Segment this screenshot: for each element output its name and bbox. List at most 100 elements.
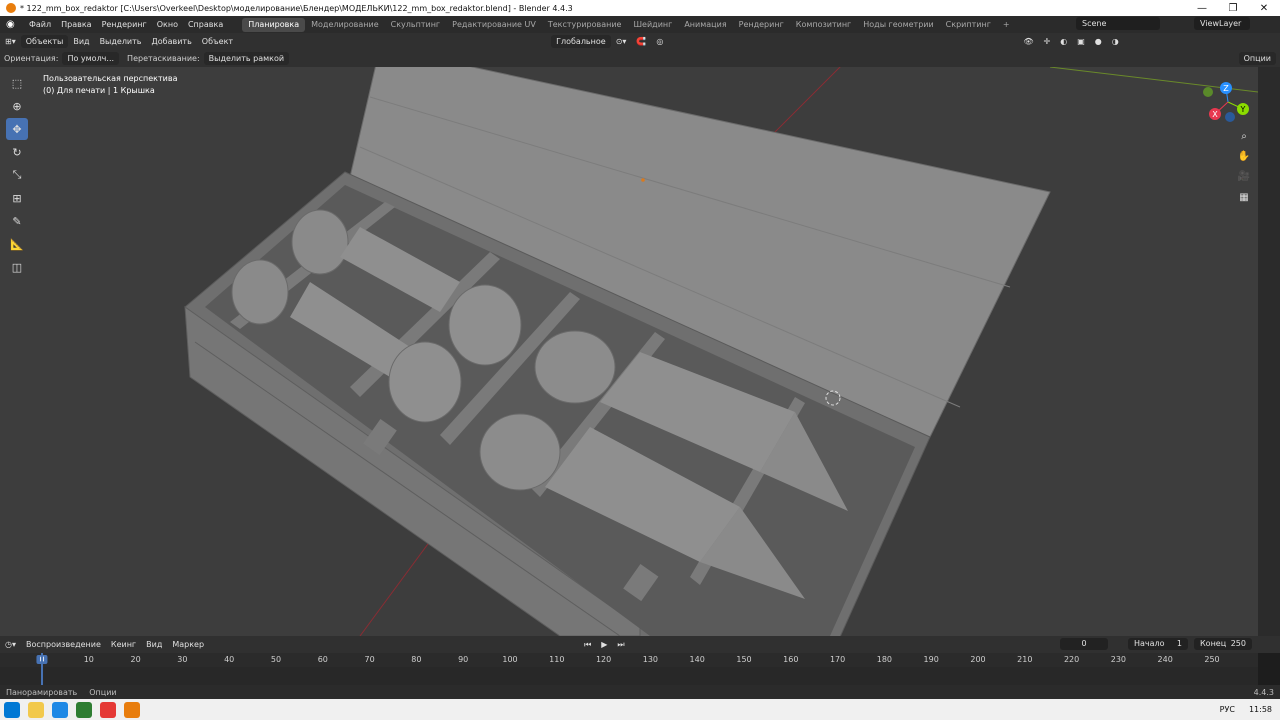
3d-viewport[interactable]: Y Z X — [0, 67, 1258, 636]
timeline-tick-label: 100 — [502, 655, 518, 664]
current-frame-field[interactable]: 0 — [1060, 638, 1108, 650]
menu-edit[interactable]: Правка — [56, 20, 96, 29]
timeline-tick-label: 160 — [783, 655, 799, 664]
timeline-tick-label: 220 — [1063, 655, 1080, 664]
drag-label: Перетаскивание: — [127, 54, 200, 63]
shading-material-icon[interactable]: ◑ — [1107, 35, 1124, 48]
yandex-icon[interactable] — [100, 701, 116, 718]
status-bar: Панорамировать Опции 4.4.3 — [0, 685, 1280, 699]
tab-rendering[interactable]: Рендеринг — [733, 18, 790, 32]
orientation-dropdown[interactable]: По умолч... — [62, 52, 120, 65]
start-label: Начало — [1134, 639, 1165, 648]
keying-menu[interactable]: Кеинг — [106, 638, 141, 651]
add-cube-tool-icon[interactable]: ◫ — [6, 256, 28, 278]
zoom-icon[interactable]: ⌕ — [1236, 128, 1252, 144]
xray-toggle-icon[interactable]: ▣ — [1072, 35, 1090, 48]
blender-app-icon — [6, 3, 16, 13]
playhead[interactable] — [41, 653, 43, 685]
snap-icon[interactable]: 🧲 — [631, 35, 651, 48]
tab-compositing[interactable]: Композитинг — [790, 18, 857, 32]
overlay-toggle-icon[interactable]: ◐ — [1055, 35, 1072, 48]
move-tool-icon[interactable]: ✥ — [6, 118, 28, 140]
projectile-base-1 — [479, 413, 561, 491]
tab-scripting[interactable]: Скриптинг — [940, 18, 997, 32]
timeline-view-menu[interactable]: Вид — [141, 638, 167, 651]
pivot-point-icon[interactable]: ⊙▾ — [611, 35, 632, 48]
gizmo-x-label: X — [1212, 110, 1218, 119]
timeline-tick-label: 140 — [689, 655, 705, 664]
tab-layout[interactable]: Планировка — [242, 17, 306, 32]
transform-tool-icon[interactable]: ⊞ — [6, 187, 28, 209]
menu-view[interactable]: Вид — [68, 35, 94, 48]
timeline-tick-label: 250 — [1204, 655, 1220, 664]
minimize-button[interactable]: — — [1187, 0, 1217, 16]
drag-dropdown[interactable]: Выделить рамкой — [203, 52, 290, 65]
camera-view-icon[interactable]: 🎥 — [1236, 168, 1252, 184]
timeline-tick-label: 70 — [364, 655, 375, 664]
jump-end-icon[interactable]: ⏭ — [612, 638, 629, 651]
menu-object[interactable]: Объект — [197, 35, 238, 48]
visibility-icon[interactable]: 👁 — [1018, 35, 1038, 48]
whatsapp-icon[interactable] — [76, 701, 92, 718]
tab-modeling[interactable]: Моделирование — [305, 18, 385, 32]
transform-orientation-dropdown[interactable]: Глобальное — [551, 35, 611, 48]
start-icon[interactable] — [4, 701, 20, 718]
tab-uv-editing[interactable]: Редактирование UV — [446, 18, 542, 32]
explorer-icon[interactable] — [28, 701, 44, 718]
annotate-tool-icon[interactable]: ✎ — [6, 210, 28, 232]
left-toolbar: ⬚ ⊕ ✥ ↻ ⤡ ⊞ ✎ 📐 ◫ — [6, 72, 30, 279]
timeline-body[interactable] — [0, 667, 1258, 685]
measure-tool-icon[interactable]: 📐 — [6, 233, 28, 255]
proportional-edit-icon[interactable]: ◎ — [651, 35, 668, 48]
scene-selector[interactable]: Scene — [1076, 17, 1160, 30]
playback-menu[interactable]: Воспроизведение — [21, 638, 106, 651]
clock[interactable]: 11:58 — [1241, 705, 1280, 714]
menu-select[interactable]: Выделить — [95, 35, 147, 48]
timeline-tick-label: 230 — [1110, 655, 1127, 664]
blender-logo-icon[interactable]: ◉ — [6, 19, 20, 31]
maximize-button[interactable]: ❐ — [1218, 0, 1248, 16]
view-layer-selector[interactable]: ViewLayer — [1194, 17, 1250, 30]
select-box-tool-icon[interactable]: ⬚ — [6, 72, 28, 94]
menu-window[interactable]: Окно — [152, 20, 183, 29]
tab-shading[interactable]: Шейдинг — [627, 18, 678, 32]
end-frame-field[interactable]: Конец 250 — [1194, 638, 1252, 650]
timeline-ruler[interactable]: 0102030405060708090100110120130140150160… — [0, 653, 1258, 667]
edge-icon[interactable] — [52, 701, 68, 718]
shading-solid-icon[interactable]: ● — [1090, 35, 1107, 48]
timeline-editor-icon[interactable]: ◷▾ — [0, 638, 21, 651]
options-dropdown[interactable]: Опции — [1238, 52, 1276, 65]
menu-add[interactable]: Добавить — [147, 35, 197, 48]
menu-file[interactable]: Файл — [24, 20, 56, 29]
viewport-overlay-info: Пользовательская перспектива (0) Для печ… — [43, 73, 178, 97]
tab-geometry-nodes[interactable]: Ноды геометрии — [857, 18, 939, 32]
editor-type-icon[interactable]: ⊞▾ — [0, 35, 21, 48]
start-frame-field[interactable]: Начало 1 — [1128, 638, 1188, 650]
timeline-tick-label: 130 — [642, 655, 659, 664]
gizmo-toggle-icon[interactable]: ✛ — [1039, 35, 1056, 48]
tab-animation[interactable]: Анимация — [678, 18, 732, 32]
language-indicator[interactable]: РУС — [1214, 705, 1241, 714]
scale-tool-icon[interactable]: ⤡ — [6, 164, 28, 186]
case-front-2 — [448, 284, 522, 366]
marker-menu[interactable]: Маркер — [167, 638, 209, 651]
menu-render[interactable]: Рендеринг — [97, 20, 152, 29]
ortho-grid-icon[interactable]: ▦ — [1236, 189, 1252, 205]
gizmo-z-label: Z — [1223, 84, 1229, 93]
play-icon[interactable]: ▶ — [596, 638, 612, 651]
jump-start-icon[interactable]: ⏮ — [579, 638, 596, 651]
timeline-tick-label: 170 — [829, 655, 846, 664]
mode-selector[interactable]: Объекты — [20, 35, 69, 48]
add-workspace-button[interactable]: + — [997, 18, 1016, 32]
close-button[interactable]: ✕ — [1249, 0, 1279, 16]
pan-hint: Панорамировать — [6, 687, 78, 697]
projectile-base-2 — [534, 330, 616, 404]
rotate-tool-icon[interactable]: ↻ — [6, 141, 28, 163]
tab-sculpting[interactable]: Скульптинг — [385, 18, 447, 32]
tab-texture-paint[interactable]: Текстурирование — [542, 18, 628, 32]
cursor-tool-icon[interactable]: ⊕ — [6, 95, 28, 117]
case-front-1 — [388, 341, 462, 423]
pan-hand-icon[interactable]: ✋ — [1236, 148, 1252, 164]
blender-taskbar-icon[interactable] — [124, 701, 140, 718]
menu-help[interactable]: Справка — [183, 20, 228, 29]
